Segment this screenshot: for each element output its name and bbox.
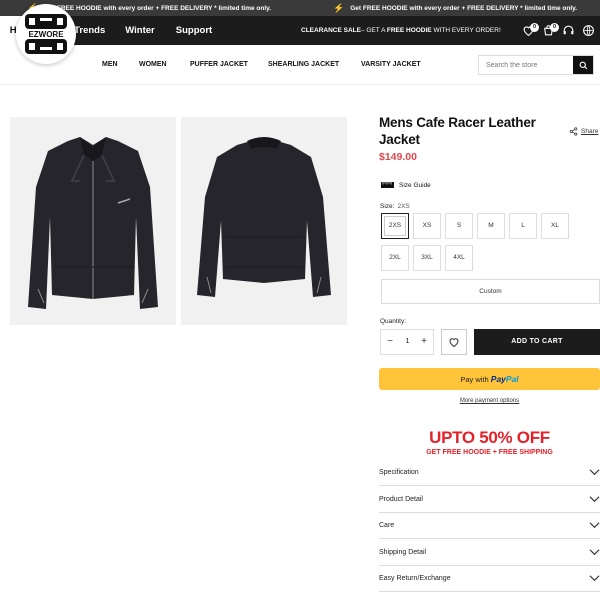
chevron-down-icon — [589, 496, 600, 503]
paypal-button[interactable]: Pay with PayPal — [379, 368, 600, 390]
chevron-down-icon — [589, 549, 600, 556]
paypal-logo: Pay — [490, 374, 506, 384]
product-image-back[interactable] — [181, 117, 347, 325]
discount-subline: GET FREE HOODIE + FREE SHIPPING — [426, 449, 553, 456]
size-option-4xl[interactable]: 4XL — [445, 245, 473, 271]
chevron-down-icon — [589, 522, 600, 529]
discount-headline: UPTO 50% OFF — [429, 428, 550, 447]
accordion-specification[interactable]: Specification — [379, 460, 600, 486]
tab-winter[interactable]: Winter — [118, 16, 162, 45]
discount-banner: UPTO 50% OFF GET FREE HOODIE + FREE SHIP… — [379, 428, 600, 457]
size-option-xl[interactable]: XL — [541, 213, 569, 239]
lightning-icon: ⚡ — [333, 3, 345, 13]
size-option-s[interactable]: S — [445, 213, 473, 239]
tab-support[interactable]: Support — [172, 16, 216, 45]
search-icon — [579, 61, 587, 69]
accordion-product-detail[interactable]: Product Detail — [379, 487, 600, 513]
size-option-m[interactable]: M — [477, 213, 505, 239]
nav-varsity-jacket[interactable]: VARSITY JACKET — [361, 45, 421, 85]
ezwore-logo-mark: EZWORE — [25, 14, 67, 54]
quantity-decrease-button[interactable]: − — [382, 330, 398, 354]
quantity-input[interactable]: 1 — [399, 330, 416, 354]
announcement-bar: ⚡ Get FREE HOODIE with every order + FRE… — [0, 0, 600, 16]
quantity-increase-button[interactable]: + — [416, 330, 432, 354]
nav-women[interactable]: WOMEN — [139, 45, 167, 85]
site-logo[interactable]: EZWORE — [16, 4, 76, 64]
product-price: $149.00 — [379, 151, 417, 163]
add-to-wishlist-button[interactable] — [441, 329, 467, 355]
chevron-down-icon — [589, 575, 600, 582]
logo-text: EZWORE — [28, 30, 64, 39]
custom-size-button[interactable]: Custom — [381, 279, 600, 304]
size-label: Size: 2XS — [380, 203, 410, 210]
add-to-cart-button[interactable]: ADD TO CART — [474, 329, 600, 355]
chevron-down-icon — [589, 469, 600, 476]
search-box — [478, 55, 594, 75]
cart-count-badge: 0 — [550, 23, 559, 32]
heart-icon — [449, 338, 459, 348]
size-option-2xl[interactable]: 2XL — [381, 245, 409, 271]
site-header: MEN WOMEN PUFFER JACKET SHEARLING JACKET… — [0, 45, 600, 85]
wishlist-count-badge: 0 — [530, 23, 539, 32]
share-button[interactable]: Share — [569, 127, 598, 136]
nav-puffer-jacket[interactable]: PUFFER JACKET — [190, 45, 248, 85]
announcement-message: ⚡ Get FREE HOODIE with every order + FRE… — [333, 3, 578, 13]
more-payment-options-link[interactable]: More payment options — [379, 398, 600, 404]
search-button[interactable] — [573, 56, 593, 74]
size-option-3xl[interactable]: 3XL — [413, 245, 441, 271]
quantity-stepper: − 1 + — [380, 329, 434, 355]
share-icon — [569, 127, 578, 136]
size-option-xs[interactable]: XS — [413, 213, 441, 239]
quantity-label: Quantity: — [380, 318, 407, 325]
clearance-promo[interactable]: CLEARANCE SALE– GET A FREE HOODIE WITH E… — [301, 16, 501, 45]
globe-icon[interactable] — [582, 24, 595, 37]
search-input[interactable] — [479, 56, 575, 74]
ruler-icon — [381, 182, 394, 188]
headset-icon[interactable] — [562, 24, 575, 37]
accordion-care[interactable]: Care — [379, 513, 600, 539]
size-guide-link[interactable]: Size Guide — [381, 181, 431, 189]
accordion-easy-return-exchange[interactable]: Easy Return/Exchange — [379, 566, 600, 592]
nav-shearling-jacket[interactable]: SHEARLING JACKET — [268, 45, 339, 85]
selected-size-value: 2XS — [397, 203, 410, 210]
top-navigation: Home Top Trends Winter Support CLEARANCE… — [0, 16, 600, 45]
product-image-front[interactable] — [10, 117, 176, 325]
nav-men[interactable]: MEN — [102, 45, 118, 85]
size-option-l[interactable]: L — [509, 213, 537, 239]
accordion-shipping-detail[interactable]: Shipping Detail — [379, 540, 600, 566]
product-title: Mens Cafe Racer Leather Jacket — [379, 115, 536, 147]
size-option-2xs[interactable]: 2XS — [381, 213, 409, 239]
